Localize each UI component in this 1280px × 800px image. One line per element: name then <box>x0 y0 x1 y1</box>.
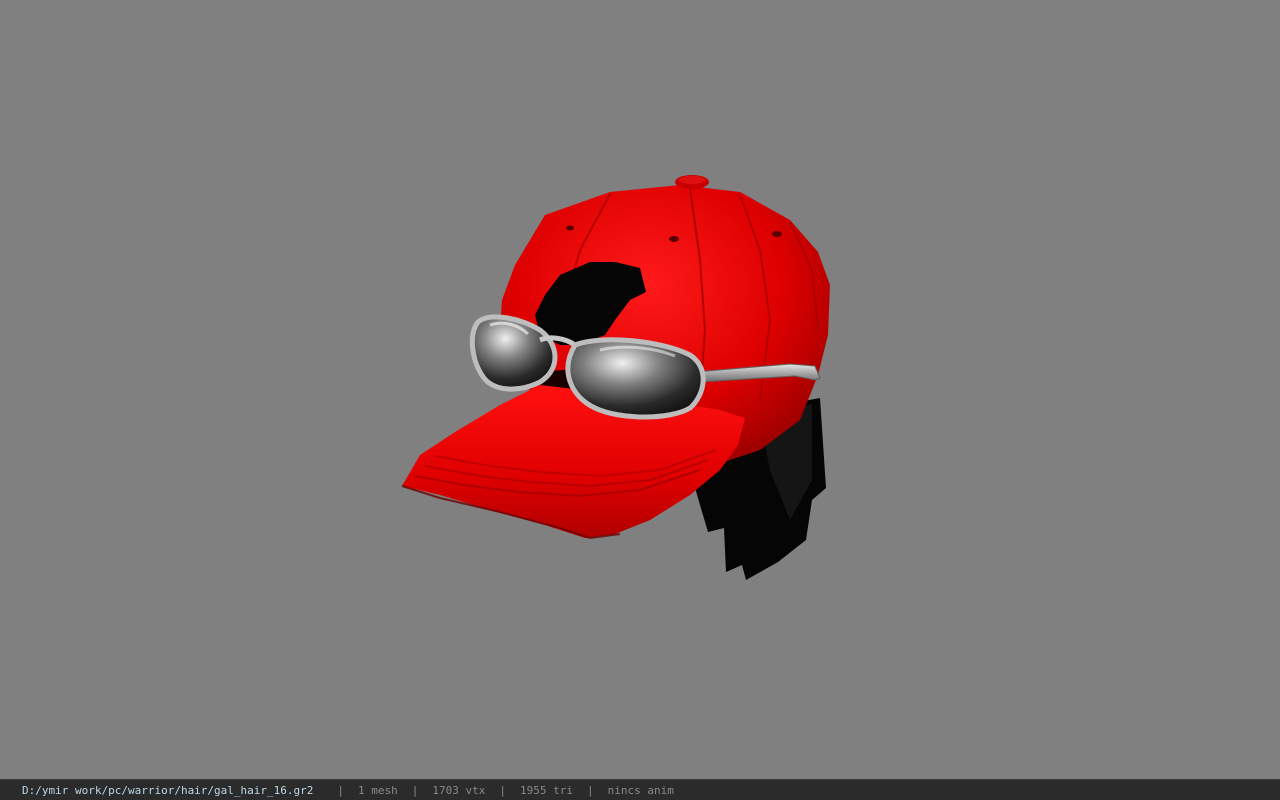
separator: | <box>337 783 345 797</box>
status-bar: D:/ymir work/pc/warrior/hair/gal_hair_16… <box>0 779 1280 800</box>
triangle-count: 1955 tri <box>520 783 573 797</box>
separator: | <box>411 783 419 797</box>
animation-status: nincs anim <box>607 783 674 797</box>
separator: | <box>499 783 507 797</box>
model-render <box>401 175 830 580</box>
separator: | <box>587 783 594 797</box>
file-path: D:/ymir work/pc/warrior/hair/gal_hair_16… <box>22 783 314 797</box>
vertex-count: 1703 vtx <box>432 783 486 797</box>
mesh-count: 1 mesh <box>358 783 398 797</box>
3d-viewport[interactable] <box>0 0 1280 779</box>
